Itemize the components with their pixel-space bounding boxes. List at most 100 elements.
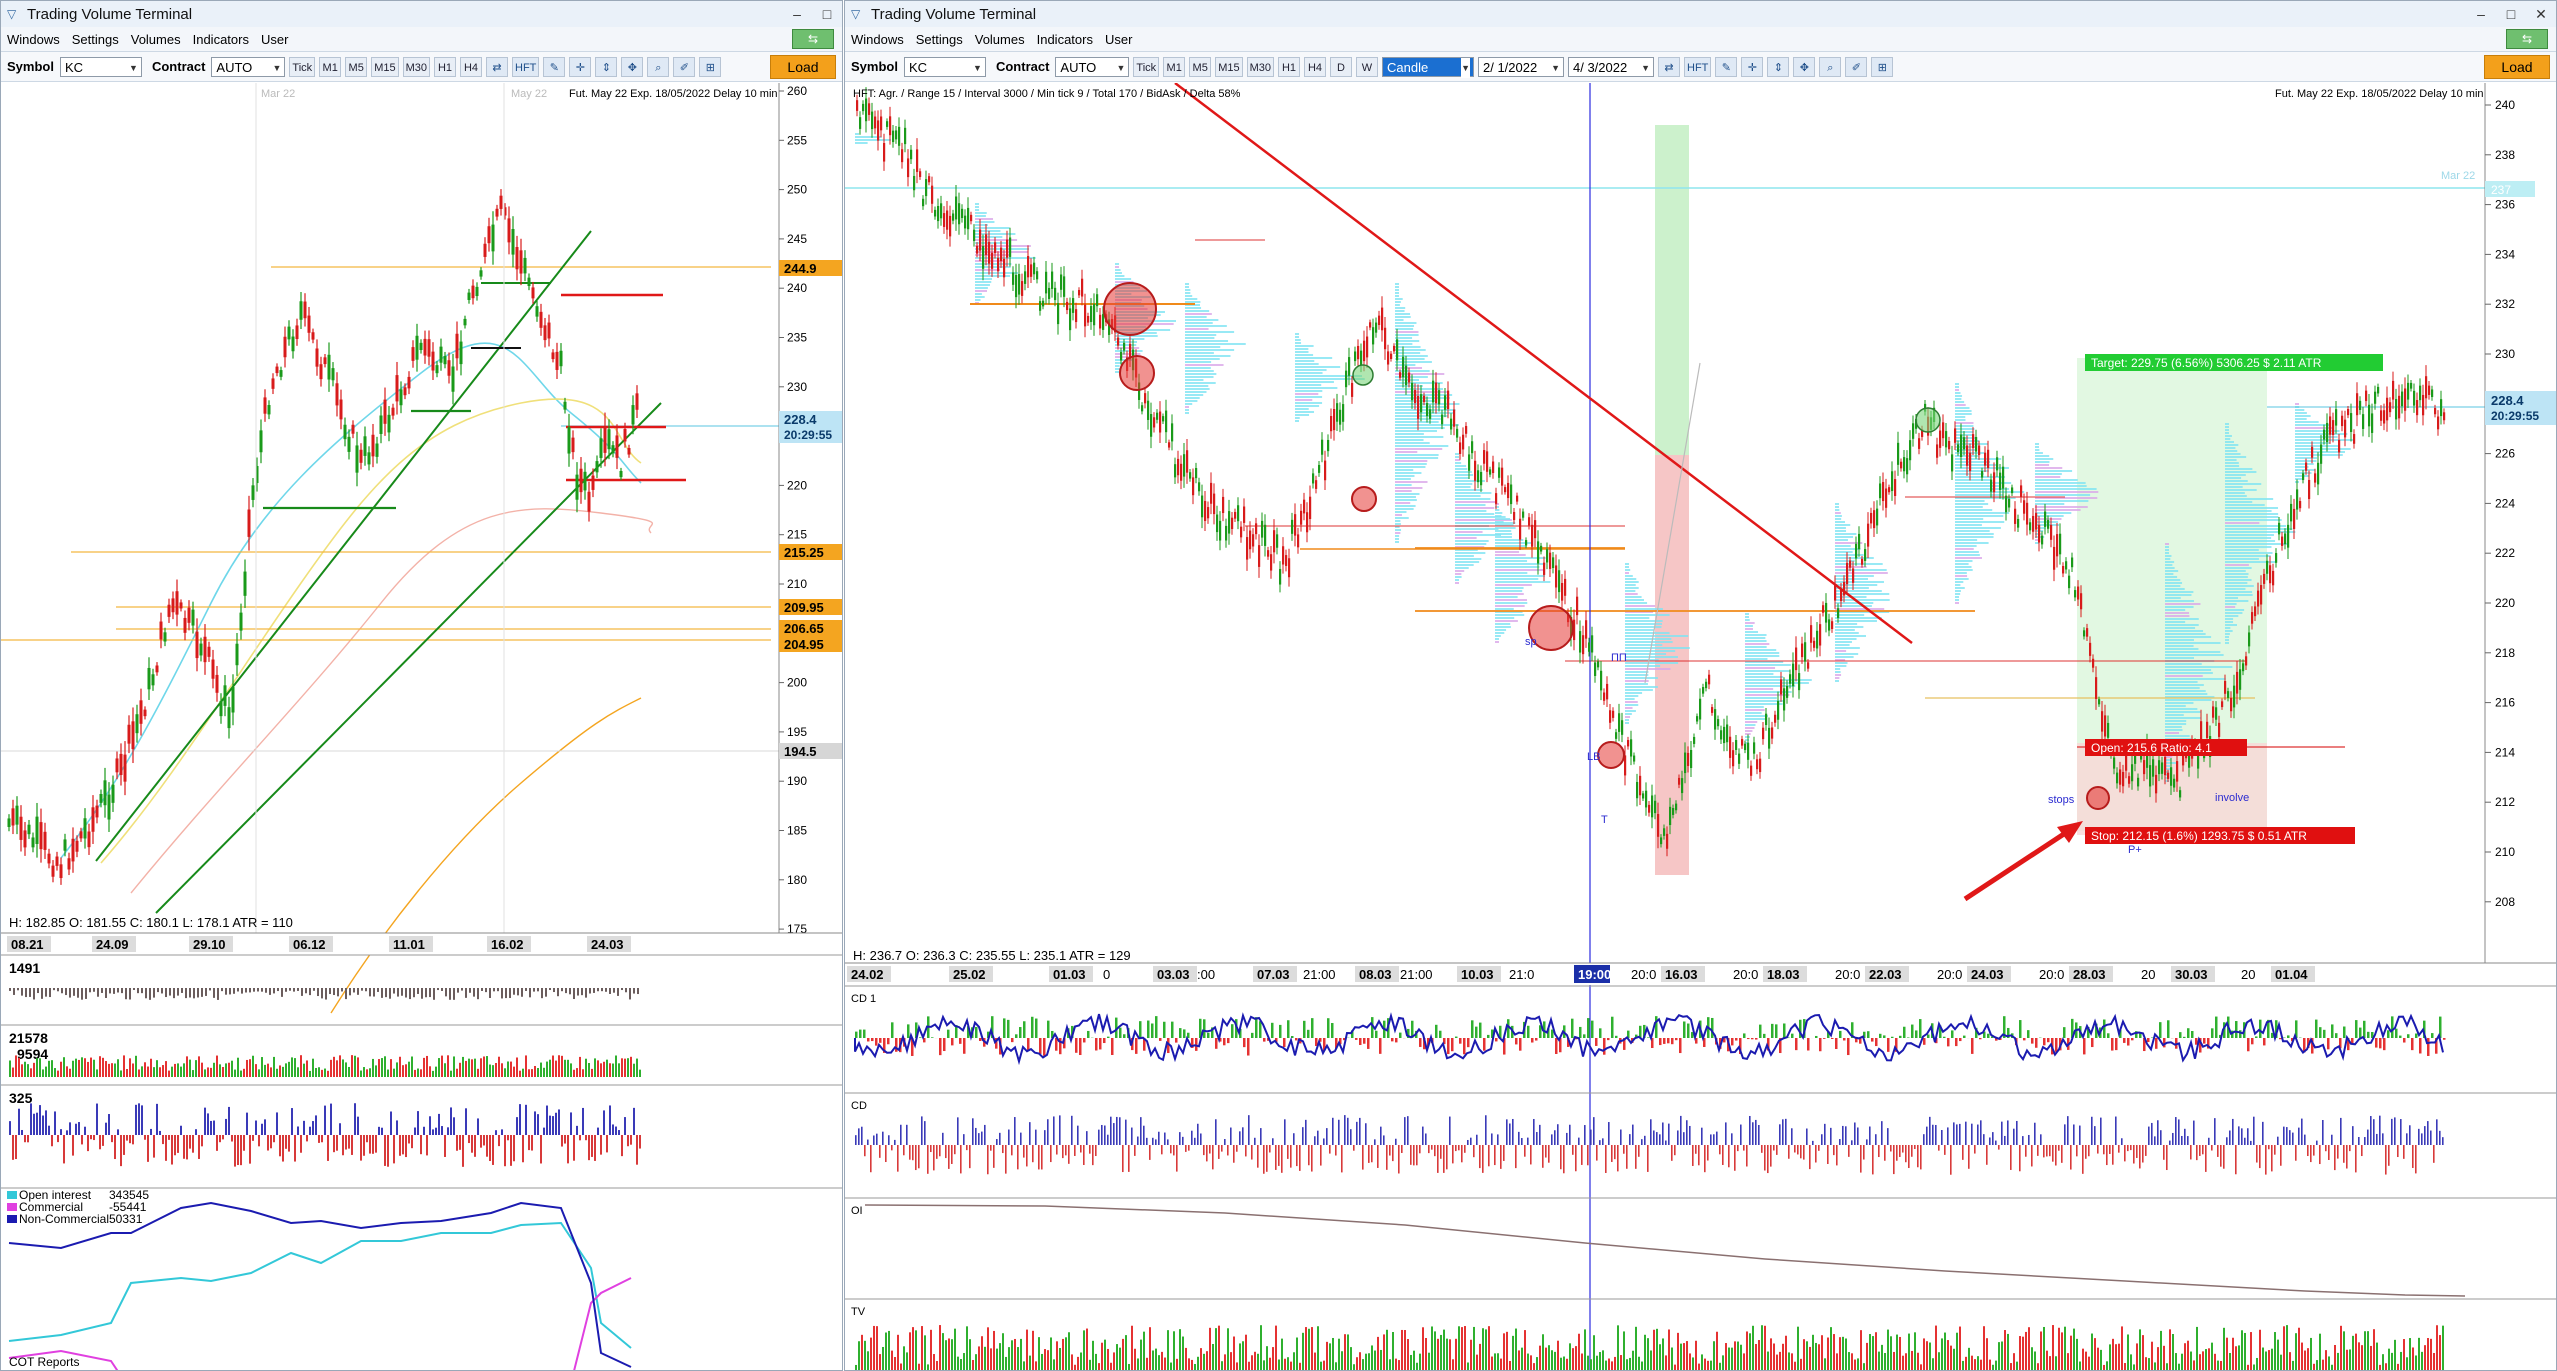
minimize-icon[interactable]: – [782, 6, 812, 22]
move-icon[interactable]: ✥ [1793, 56, 1816, 77]
fit-icon[interactable]: ⊞ [1871, 56, 1894, 77]
scale-icon[interactable]: ⇕ [595, 56, 618, 77]
timeframe-tick[interactable]: Tick [289, 56, 316, 77]
candle-body [2374, 391, 2377, 404]
timeframe-m5[interactable]: M5 [1189, 56, 1212, 77]
timeframe-d[interactable]: D [1330, 56, 1352, 77]
delta-bar [1215, 1119, 1217, 1145]
timeframe-m1[interactable]: M1 [319, 56, 342, 77]
left-titlebar[interactable]: ▽ Trading Volume Terminal – □ [1, 1, 842, 28]
chart-type-select[interactable]: Candle ▼ [1382, 56, 1474, 78]
timeframe-m5[interactable]: M5 [345, 56, 368, 77]
delta-bar [2199, 1145, 2201, 1156]
timeframe-m30[interactable]: M30 [1246, 56, 1274, 77]
menu-settings[interactable]: Settings [66, 32, 125, 47]
pen-icon[interactable]: ✎ [1715, 56, 1738, 77]
menu-settings[interactable]: Settings [910, 32, 969, 47]
timeframe-m1[interactable]: M1 [1163, 56, 1186, 77]
menu-windows[interactable]: Windows [845, 32, 910, 47]
date-to-field[interactable]: 4/ 3/2022 ▼ [1568, 56, 1654, 77]
candle-body [2245, 656, 2248, 666]
scale-icon[interactable]: ⇕ [1767, 56, 1790, 77]
indicator-bar [461, 988, 463, 991]
timeframe-h4[interactable]: H4 [460, 56, 482, 77]
volume-bar [2097, 1347, 2099, 1370]
zoom-icon[interactable]: ⌕ [1819, 56, 1842, 77]
candle-body [1414, 389, 1417, 404]
volume-bar [1962, 1360, 1964, 1370]
marker-icon[interactable]: ✐ [673, 56, 696, 77]
hft-button[interactable]: HFT [1684, 56, 1712, 77]
volume-bar [141, 1066, 143, 1077]
crosshair-icon[interactable]: ✛ [1741, 56, 1764, 77]
candle-body [2368, 404, 2371, 427]
volume-bar [1326, 1341, 1328, 1370]
fit-icon[interactable]: ⊞ [699, 56, 722, 77]
date-from-field[interactable]: 2/ 1/2022 ▼ [1478, 56, 1564, 77]
timeframe-w[interactable]: W [1356, 56, 1378, 77]
right-price-chart[interactable]: Target: 229.75 (6.56%) 5306.25 $ 2.11 AT… [845, 83, 2557, 1371]
volume-profile-bar [1955, 560, 1973, 562]
load-button[interactable]: Load [770, 54, 836, 79]
timeframe-m30[interactable]: M30 [402, 56, 430, 77]
right-titlebar[interactable]: ▽ Trading Volume Terminal – □ ✕ [845, 1, 2556, 28]
delta-bar [1447, 1038, 1450, 1055]
menu-user[interactable]: User [255, 32, 294, 47]
delta-bar [1560, 1145, 1562, 1170]
delta-bar [1821, 1134, 1823, 1145]
timeframe-m15[interactable]: M15 [1215, 56, 1243, 77]
left-price-chart[interactable]: 2602552502452402352302252202152102052001… [1, 83, 843, 1371]
volume-bar [2301, 1342, 2303, 1370]
menu-volumes[interactable]: Volumes [969, 32, 1031, 47]
contract-select[interactable]: AUTO ▼ [211, 56, 286, 77]
load-button[interactable]: Load [2484, 54, 2550, 79]
move-icon[interactable]: ✥ [621, 56, 644, 77]
maximize-icon[interactable]: □ [2496, 6, 2526, 23]
menu-indicators[interactable]: Indicators [187, 32, 255, 47]
price-tick-label: 185 [787, 824, 807, 838]
marker-icon[interactable]: ✐ [1845, 56, 1868, 77]
menu-volumes[interactable]: Volumes [125, 32, 187, 47]
menu-indicators[interactable]: Indicators [1031, 32, 1099, 47]
volume-profile-bar [975, 278, 993, 280]
switch-icon[interactable]: ⇄ [486, 56, 508, 77]
candle-body [1726, 724, 1729, 743]
link-icon[interactable]: ⇆ [2506, 29, 2548, 49]
timeframe-h4[interactable]: H4 [1304, 56, 1326, 77]
contract-select[interactable]: AUTO ▼ [1055, 56, 1130, 77]
volume-bar [2274, 1332, 2276, 1370]
volume-bar [1314, 1352, 1316, 1370]
candle-body [1939, 430, 1942, 448]
volume-profile-bar [2295, 421, 2319, 423]
zoom-icon[interactable]: ⌕ [647, 56, 670, 77]
delta-bar [2298, 1127, 2300, 1145]
menu-windows[interactable]: Windows [1, 32, 66, 47]
maximize-icon[interactable]: □ [812, 6, 842, 22]
crosshair-icon[interactable]: ✛ [569, 56, 592, 77]
volume-bar [171, 1066, 173, 1077]
minimize-icon[interactable]: – [2466, 6, 2496, 23]
symbol-select[interactable]: KC ▼ [59, 56, 142, 77]
close-icon[interactable]: ✕ [2526, 6, 2556, 23]
pen-icon[interactable]: ✎ [543, 56, 566, 77]
timeframe-h1[interactable]: H1 [434, 56, 456, 77]
candle-body [1102, 314, 1105, 330]
timeframe-m15[interactable]: M15 [371, 56, 399, 77]
timeframe-tick[interactable]: Tick [1133, 56, 1160, 77]
indicator-bar [197, 988, 199, 998]
switch-icon[interactable]: ⇄ [1658, 56, 1680, 77]
candle-body [359, 449, 363, 463]
delta-bar [1596, 1145, 1598, 1161]
menu-user[interactable]: User [1099, 32, 1138, 47]
symbol-select[interactable]: KC ▼ [903, 56, 986, 77]
hft-button[interactable]: HFT [512, 56, 540, 77]
volume-profile-bar [1745, 694, 1790, 696]
volume-bar [1179, 1329, 1181, 1370]
timeframe-h1[interactable]: H1 [1278, 56, 1300, 77]
candle-body [1027, 256, 1030, 278]
volume-bar [1140, 1339, 1142, 1370]
link-icon[interactable]: ⇆ [792, 29, 834, 49]
volume-bar [627, 1058, 629, 1077]
candle-body [2170, 767, 2173, 786]
candle-body [83, 818, 87, 839]
